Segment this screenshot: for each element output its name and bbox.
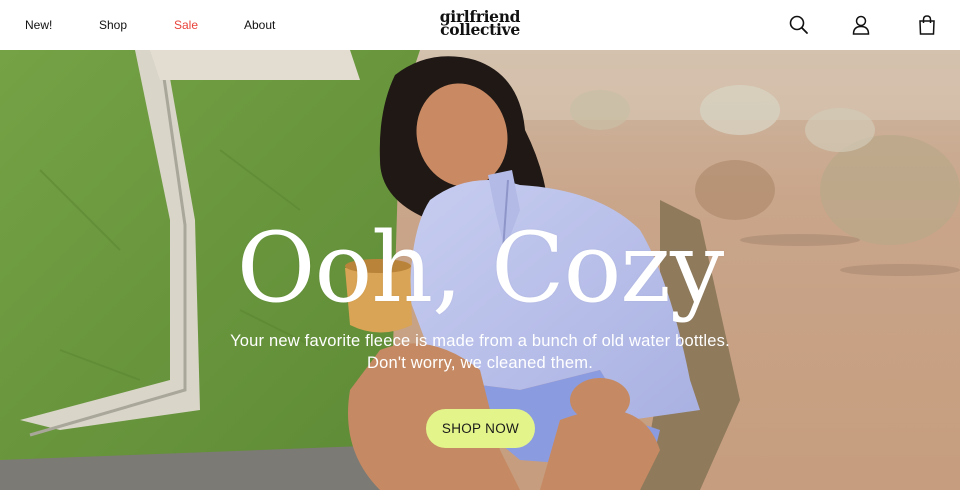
site-header: New! Shop Sale About girlfriend collecti… (0, 0, 960, 50)
account-icon[interactable] (850, 14, 872, 36)
nav-sale[interactable]: Sale (174, 18, 198, 32)
hero-banner: Ooh, Cozy Your new favorite fleece is ma… (0, 50, 960, 490)
hero-headline: Ooh, Cozy (236, 212, 724, 324)
shop-now-button[interactable]: SHOP NOW (426, 409, 535, 448)
logo-line-2: collective (440, 20, 520, 39)
search-icon[interactable] (788, 14, 810, 36)
nav-shop[interactable]: Shop (99, 18, 127, 32)
cart-icon[interactable] (916, 14, 938, 36)
hero-subtext: Your new favorite fleece is made from a … (230, 332, 730, 372)
brand-logo[interactable]: girlfriend collective (434, 9, 526, 39)
nav-about[interactable]: About (244, 18, 275, 32)
nav-new[interactable]: New! (25, 18, 52, 32)
